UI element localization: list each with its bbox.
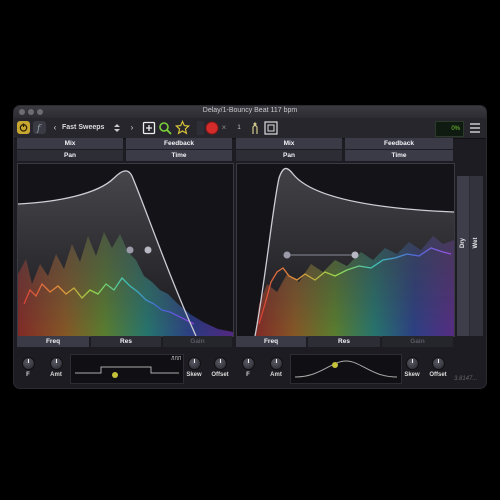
right-res-button[interactable]: Res: [308, 336, 380, 347]
function-icon: f: [36, 124, 42, 134]
right-f-knob[interactable]: [242, 357, 255, 370]
left-filter-display[interactable]: [17, 163, 234, 337]
right-handle-1[interactable]: [283, 251, 291, 259]
left-spectrum-graph[interactable]: [17, 164, 233, 337]
left-f-knob[interactable]: [22, 357, 35, 370]
right-time-label: Time: [391, 152, 407, 159]
power-icon: [19, 123, 28, 132]
left-feedback-button[interactable]: Feedback: [126, 138, 232, 149]
left-time-button[interactable]: Time: [126, 150, 232, 161]
window-title: Delay/1-Bouncy Beat 117 bpm: [202, 107, 298, 114]
right-gain-label: Gain: [410, 338, 425, 345]
right-mix-label: Mix: [283, 140, 295, 147]
wave-badge[interactable]: ЛЛЛ: [171, 356, 181, 362]
left-offset-knob[interactable]: [214, 357, 227, 370]
record-button[interactable]: [205, 121, 219, 135]
left-gain-button[interactable]: Gain: [163, 336, 232, 347]
svg-text:f: f: [36, 124, 42, 134]
star-icon[interactable]: [175, 120, 190, 135]
close-x-button[interactable]: ×: [220, 121, 228, 135]
left-time-label: Time: [171, 152, 187, 159]
right-amt-knob[interactable]: [270, 357, 283, 370]
left-pan-button[interactable]: Pan: [17, 150, 123, 161]
figure-icon[interactable]: [250, 121, 260, 135]
right-offset-knob[interactable]: [432, 357, 445, 370]
right-freq-button[interactable]: Freq: [236, 336, 306, 347]
dry-section[interactable]: Dry: [457, 176, 469, 336]
right-filter-display[interactable]: [236, 163, 455, 337]
right-spectrum-graph[interactable]: [237, 164, 455, 337]
right-time-button[interactable]: Time: [345, 150, 453, 161]
auto-toggle[interactable]: [197, 121, 204, 135]
left-freq-button[interactable]: Freq: [17, 336, 89, 347]
dry-label: Dry: [460, 238, 466, 249]
preset-updown-icon[interactable]: [113, 123, 121, 133]
left-handle-1[interactable]: [126, 246, 134, 254]
left-res-label: Res: [120, 338, 132, 345]
meter-value: 0%: [451, 126, 460, 132]
left-mix-label: Mix: [64, 140, 76, 147]
power-button[interactable]: [17, 121, 30, 134]
toolbar: f ‹ Fast Sweeps › × 1 0%: [14, 118, 486, 139]
right-mix-button[interactable]: Mix: [236, 138, 342, 149]
left-lfo-shape[interactable]: ЛЛЛ: [70, 354, 184, 384]
right-feedback-label: Feedback: [384, 140, 414, 147]
right-res-label: Res: [338, 338, 350, 345]
search-icon[interactable]: [158, 121, 172, 135]
wet-section[interactable]: Wet: [470, 176, 483, 336]
function-button[interactable]: f: [33, 121, 46, 134]
right-pan-label: Pan: [283, 152, 295, 159]
small-counter: 1: [234, 121, 244, 135]
left-pan-label: Pan: [64, 152, 76, 159]
left-amt-label: Amt: [50, 372, 62, 378]
left-mix-button[interactable]: Mix: [17, 138, 123, 149]
left-amt-knob[interactable]: [50, 357, 63, 370]
wet-label: Wet: [473, 237, 479, 249]
dry-wet-slider[interactable]: Dry Wet: [457, 176, 483, 336]
right-pan-button[interactable]: Pan: [236, 150, 342, 161]
left-skew-knob[interactable]: [188, 357, 201, 370]
right-lfo-curve: [294, 360, 398, 378]
right-lfo-shape[interactable]: [290, 354, 402, 384]
right-handle-2[interactable]: [351, 251, 359, 259]
version-text: 3.8147...: [454, 376, 478, 382]
right-amt-label: Amt: [270, 372, 282, 378]
left-f-label: F: [26, 372, 30, 378]
right-offset-label: Offset: [429, 372, 447, 378]
left-feedback-label: Feedback: [164, 140, 194, 147]
plugin-window: Delay/1-Bouncy Beat 117 bpm f ‹ Fast Swe…: [14, 106, 486, 388]
left-res-button[interactable]: Res: [91, 336, 161, 347]
right-gain-button[interactable]: Gain: [382, 336, 453, 347]
next-preset-button[interactable]: ›: [128, 121, 136, 135]
output-meter: 0%: [435, 121, 464, 137]
right-feedback-button[interactable]: Feedback: [345, 138, 453, 149]
menu-icon[interactable]: [469, 122, 481, 134]
left-handle-2[interactable]: [144, 246, 152, 254]
title-bar: Delay/1-Bouncy Beat 117 bpm: [14, 106, 486, 118]
right-freq-label: Freq: [263, 338, 279, 345]
square-target-icon[interactable]: [264, 121, 278, 135]
left-lfo-curve: [75, 366, 179, 378]
right-f-label: F: [246, 372, 250, 378]
left-offset-label: Offset: [211, 372, 229, 378]
right-skew-knob[interactable]: [406, 357, 419, 370]
plus-square-icon[interactable]: [142, 121, 156, 135]
left-gain-label: Gain: [190, 338, 205, 345]
left-freq-label: Freq: [45, 338, 61, 345]
prev-preset-button[interactable]: ‹: [51, 121, 59, 135]
small-counter-value: 1: [237, 125, 241, 131]
